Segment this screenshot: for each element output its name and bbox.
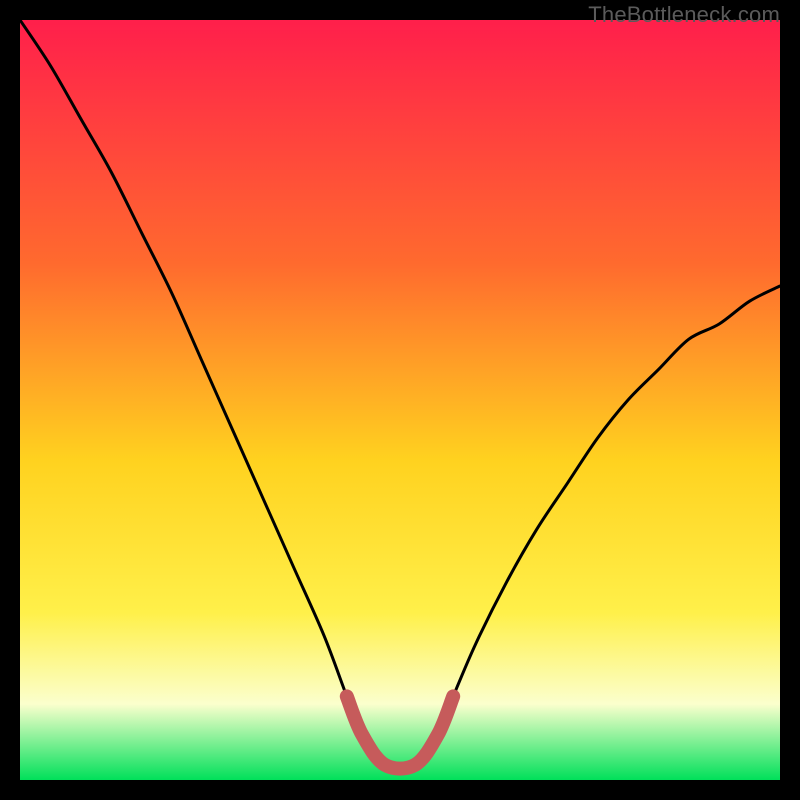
chart-frame: TheBottleneck.com (0, 0, 800, 800)
watermark-text: TheBottleneck.com (588, 2, 780, 28)
bottleneck-curve-svg (20, 20, 780, 780)
bottleneck-curve (20, 20, 780, 769)
plateau-highlight (347, 696, 453, 768)
plot-area (20, 20, 780, 780)
